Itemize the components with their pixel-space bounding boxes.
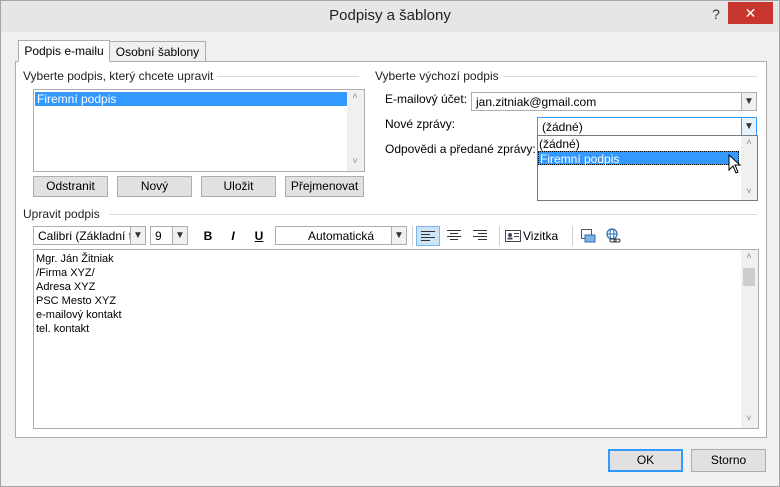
divider [497,76,757,77]
scrollbar[interactable]: ˄ ˅ [347,90,364,171]
align-right-icon [473,230,487,240]
email-account-select[interactable]: jan.zitniak@gmail.com ▼ [471,92,757,111]
dialog-window: Podpisy a šablony ? ✕ Podpis e-mailu Oso… [0,0,780,487]
toolbar-separator [499,226,500,246]
scroll-thumb[interactable] [743,268,755,286]
chevron-down-icon[interactable]: ▼ [130,227,145,244]
help-button[interactable]: ? [703,3,729,25]
tab-personal-stationery[interactable]: Osobní šablony [109,41,206,62]
window-title: Podpisy a šablony [329,7,451,24]
save-button[interactable]: Uložit [201,176,276,197]
cancel-button[interactable]: Storno [691,449,766,472]
insert-hyperlink-button[interactable] [602,226,624,246]
chevron-down-icon[interactable]: ▼ [741,93,756,110]
font-value: Calibri (Základní te [38,229,139,243]
font-color-value: Automatická [307,229,375,243]
signature-line: /Firma XYZ/ [36,267,95,279]
font-size-select[interactable]: 9 ▼ [150,226,188,245]
select-signature-heading: Vyberte podpis, který chcete upravit [23,69,218,83]
signature-list[interactable]: Firemní podpis ˄ ˅ [33,89,365,172]
font-color-select[interactable]: Automatická ▼ [275,226,407,245]
delete-button[interactable]: Odstranit [33,176,108,197]
italic-button[interactable]: I [223,226,243,246]
list-item[interactable]: Firemní podpis [35,92,347,106]
mouse-cursor-icon [728,154,742,174]
align-left-button[interactable] [416,226,440,246]
new-button[interactable]: Nový [117,176,192,197]
signature-line: Adresa XYZ [36,281,96,293]
signature-line: tel. kontakt [36,323,90,335]
chevron-down-icon[interactable]: ▼ [172,227,187,244]
scroll-down-icon[interactable]: ˅ [743,186,755,196]
dropdown-option-selected[interactable]: Firemní podpis [538,151,739,166]
insert-picture-button[interactable] [577,226,599,246]
scroll-down-icon[interactable]: ˅ [349,156,361,166]
signature-line: Mgr. Ján Žitniak [36,253,114,265]
dropdown-scrollbar[interactable]: ˄ ˅ [741,136,757,200]
chevron-down-icon[interactable]: ▼ [741,118,756,135]
close-button[interactable]: ✕ [728,2,773,24]
underline-button[interactable]: U [249,226,269,246]
new-messages-dropdown[interactable]: (žádné) Firemní podpis ˄ ˅ [537,135,758,201]
tab-email-signature[interactable]: Podpis e-mailu [18,40,110,62]
font-size-value: 9 [155,229,162,243]
toolbar-separator [412,226,413,246]
edit-signature-heading: Upravit podpis [23,207,104,221]
business-card-icon [505,230,521,242]
default-signature-heading: Vyberte výchozí podpis [375,69,503,83]
email-account-value: jan.zitniak@gmail.com [476,95,597,109]
signature-content[interactable]: Mgr. Ján Žitniak /Firma XYZ/ Adresa XYZ … [36,252,122,336]
divider [109,214,757,215]
rename-button[interactable]: Přejmenovat [285,176,364,197]
picture-icon [581,229,596,243]
scroll-up-icon[interactable]: ˄ [743,137,755,147]
hyperlink-icon [606,228,621,243]
align-left-icon [421,231,435,241]
scroll-down-icon[interactable]: ˅ [743,413,755,423]
align-right-button[interactable] [468,226,492,246]
editor-scrollbar[interactable]: ˄ ˅ [741,250,758,428]
ok-button[interactable]: OK [608,449,683,472]
new-messages-select[interactable]: (žádné) ▼ [537,117,757,136]
scroll-up-icon[interactable]: ˄ [349,91,361,101]
business-card-button[interactable]: Vizitka [505,226,567,246]
align-center-icon [447,230,461,240]
close-icon: ✕ [744,5,757,21]
dropdown-option[interactable]: (žádné) [538,137,739,151]
email-account-label: E-mailový účet: [385,92,468,106]
new-messages-label: Nové zprávy: [385,117,456,131]
divider [211,76,359,77]
font-select[interactable]: Calibri (Základní te ▼ [33,226,146,245]
new-messages-value: (žádné) [542,120,583,134]
signature-line: PSC Mesto XYZ [36,295,117,307]
toolbar-separator [572,226,573,246]
scroll-up-icon[interactable]: ˄ [743,251,755,261]
replies-label: Odpovědi a předané zprávy: [385,142,536,156]
align-center-button[interactable] [442,226,466,246]
business-card-label: Vizitka [523,229,559,243]
bold-button[interactable]: B [198,226,218,246]
signature-line: e-mailový kontakt [36,309,122,321]
chevron-down-icon[interactable]: ▼ [391,227,406,244]
title-bar[interactable]: Podpisy a šablony ? ✕ [1,1,779,32]
signature-editor[interactable]: Mgr. Ján Žitniak /Firma XYZ/ Adresa XYZ … [33,249,759,429]
